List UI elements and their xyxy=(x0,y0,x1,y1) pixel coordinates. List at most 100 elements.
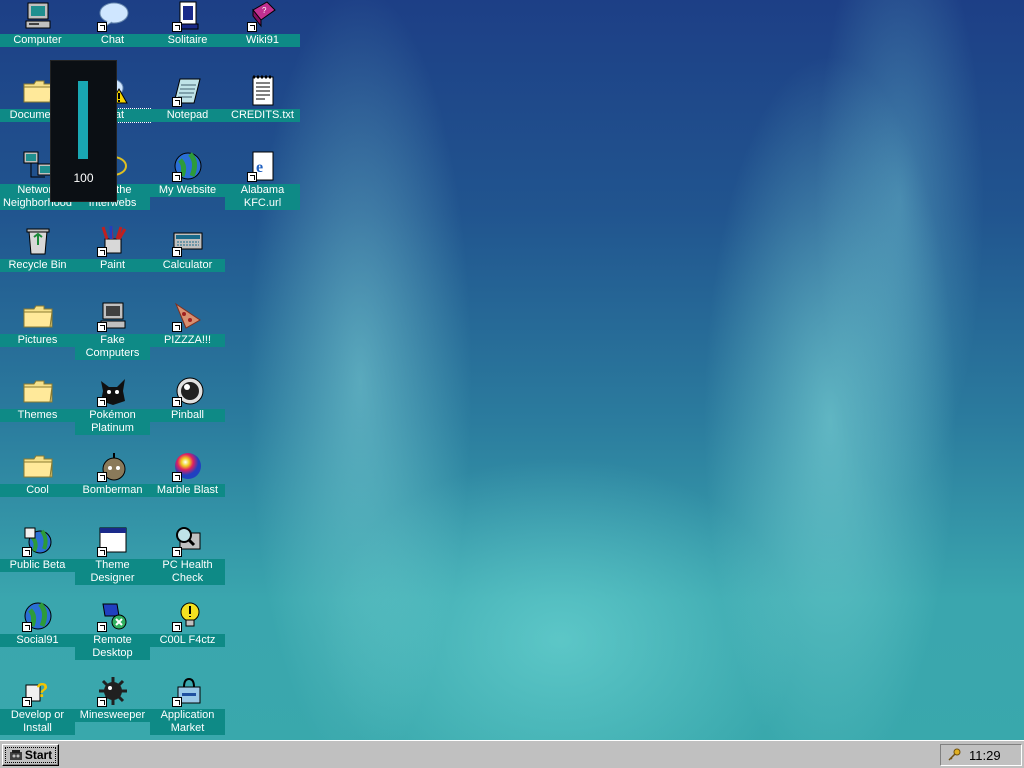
desktop-icon-pinball[interactable]: Pinball xyxy=(150,375,225,422)
icon-label: Fake Computers xyxy=(75,334,150,360)
desktop-icon-paint[interactable]: Paint xyxy=(75,225,150,272)
help-icon: ? xyxy=(21,675,54,707)
icon-label: Paint xyxy=(75,259,150,272)
shortcut-arrow-icon xyxy=(171,172,182,182)
shortcut-arrow-icon xyxy=(171,22,182,32)
shortcut-arrow-icon xyxy=(171,397,182,407)
icon-label: Remote Desktop xyxy=(75,634,150,660)
desktop-icon-credits-txt[interactable]: CREDITS.txt xyxy=(225,75,300,122)
key-icon[interactable] xyxy=(947,748,961,762)
icon-label: Calculator xyxy=(150,259,225,272)
desktop-icon-fake-computers[interactable]: Fake Computers xyxy=(75,300,150,360)
icon-label: Pokémon Platinum xyxy=(75,409,150,435)
desktop-icon-c00l-f4ctz[interactable]: C00L F4ctz xyxy=(150,600,225,647)
desktop-icon-solitaire[interactable]: Solitaire xyxy=(150,0,225,47)
folder-icon xyxy=(22,300,54,332)
desktop-icon-pictures[interactable]: Pictures xyxy=(0,300,75,347)
shortcut-arrow-icon xyxy=(246,22,257,32)
desktop-icon-wiki91[interactable]: ? Wiki91 xyxy=(225,0,300,47)
chat-bubble-icon xyxy=(96,0,129,32)
pinball-icon xyxy=(171,375,204,407)
remote-desktop-icon xyxy=(96,600,129,632)
desktop-icon-pc-health-check[interactable]: PC Health Check xyxy=(150,525,225,585)
shortcut-arrow-icon xyxy=(96,247,107,257)
icon-label: Develop or Install xyxy=(0,709,75,735)
desktop-icon-recycle-bin[interactable]: Recycle Bin xyxy=(0,225,75,272)
desktop-icon-minesweeper[interactable]: Minesweeper xyxy=(75,675,150,722)
icon-label: Wiki91 xyxy=(225,34,300,47)
folder-icon xyxy=(22,75,54,107)
icon-label: CREDITS.txt xyxy=(225,109,300,122)
icon-label: Public Beta xyxy=(0,559,75,572)
clock[interactable]: 11:29 xyxy=(969,748,1001,763)
desktop-icon-my-website[interactable]: My Website xyxy=(150,150,225,197)
computer-icon xyxy=(96,300,129,332)
pizza-icon xyxy=(171,300,204,332)
taskbar: Start 11:29 xyxy=(0,740,1024,768)
notepad-icon xyxy=(171,75,204,107)
window-icon xyxy=(96,525,129,557)
desktop-icon-alabama-kfc-url[interactable]: e Alabama KFC.url xyxy=(225,150,300,210)
desktop-icon-application-market[interactable]: Application Market xyxy=(150,675,225,735)
network-icon xyxy=(22,150,54,182)
icon-label: Application Market xyxy=(150,709,225,735)
computer-icon xyxy=(22,0,54,32)
icon-label: Cool xyxy=(0,484,75,497)
start-label: Start xyxy=(24,748,53,762)
recycle-bin-icon xyxy=(22,225,54,257)
desktop-icon-public-beta[interactable]: Public Beta xyxy=(0,525,75,572)
icon-label: Chat xyxy=(75,34,150,47)
icon-label: Recycle Bin xyxy=(0,259,75,272)
icon-label: Solitaire xyxy=(150,34,225,47)
icon-label: C00L F4ctz xyxy=(150,634,225,647)
shortcut-arrow-icon xyxy=(96,397,107,407)
desktop-icon-remote-desktop[interactable]: Remote Desktop xyxy=(75,600,150,660)
svg-text:?: ? xyxy=(36,680,48,702)
globe-icon xyxy=(171,150,204,182)
icon-label: Theme Designer xyxy=(75,559,150,585)
volume-slider[interactable] xyxy=(78,81,88,159)
icon-label: My Website xyxy=(150,184,225,197)
desktop-icon-pokemon-platinum[interactable]: Pokémon Platinum xyxy=(75,375,150,435)
start-logo-icon xyxy=(9,750,22,760)
shortcut-arrow-icon xyxy=(96,322,107,332)
marble-icon xyxy=(171,450,204,482)
paint-icon xyxy=(96,225,129,257)
desktop-icon-computer[interactable]: Computer xyxy=(0,0,75,47)
desktop-icon-theme-designer[interactable]: Theme Designer xyxy=(75,525,150,585)
svg-text:?: ? xyxy=(262,6,267,15)
desktop-icon-calculator[interactable]: Calculator xyxy=(150,225,225,272)
bomberman-icon xyxy=(96,450,129,482)
desktop-icon-pizzza[interactable]: PIZZZA!!! xyxy=(150,300,225,347)
wiki-book-icon: ? xyxy=(246,0,279,32)
desktop-icon-cool[interactable]: Cool xyxy=(0,450,75,497)
desktop-icon-chat[interactable]: Chat xyxy=(75,0,150,47)
volume-popup: 100 xyxy=(50,60,117,202)
shortcut-arrow-icon xyxy=(96,697,107,707)
desktop-icon-bomberman[interactable]: Bomberman xyxy=(75,450,150,497)
lightbulb-icon xyxy=(171,600,204,632)
mine-icon xyxy=(96,675,129,707)
desktop-icon-develop-or-install[interactable]: ? Develop or Install xyxy=(0,675,75,735)
health-check-icon xyxy=(171,525,204,557)
desktop: Computer Documents Network Neighborhood … xyxy=(0,0,1024,740)
shortcut-arrow-icon xyxy=(171,697,182,707)
desktop-icon-themes[interactable]: Themes xyxy=(0,375,75,422)
shortcut-arrow-icon xyxy=(171,622,182,632)
folder-icon xyxy=(22,450,54,482)
icon-label: Social91 xyxy=(0,634,75,647)
icon-label: PC Health Check xyxy=(150,559,225,585)
icon-label: Bomberman xyxy=(75,484,150,497)
shortcut-arrow-icon xyxy=(96,22,107,32)
icon-label: Computer xyxy=(0,34,75,47)
shortcut-arrow-icon xyxy=(171,472,182,482)
desktop-icon-notepad[interactable]: Notepad xyxy=(150,75,225,122)
start-button[interactable]: Start xyxy=(2,744,59,766)
market-bag-icon xyxy=(171,675,204,707)
icon-label: Marble Blast xyxy=(150,484,225,497)
icon-label: Notepad xyxy=(150,109,225,122)
solitaire-icon xyxy=(171,0,204,32)
desktop-icon-social91[interactable]: Social91 xyxy=(0,600,75,647)
url-file-icon: e xyxy=(246,150,279,182)
desktop-icon-marble-blast[interactable]: Marble Blast xyxy=(150,450,225,497)
